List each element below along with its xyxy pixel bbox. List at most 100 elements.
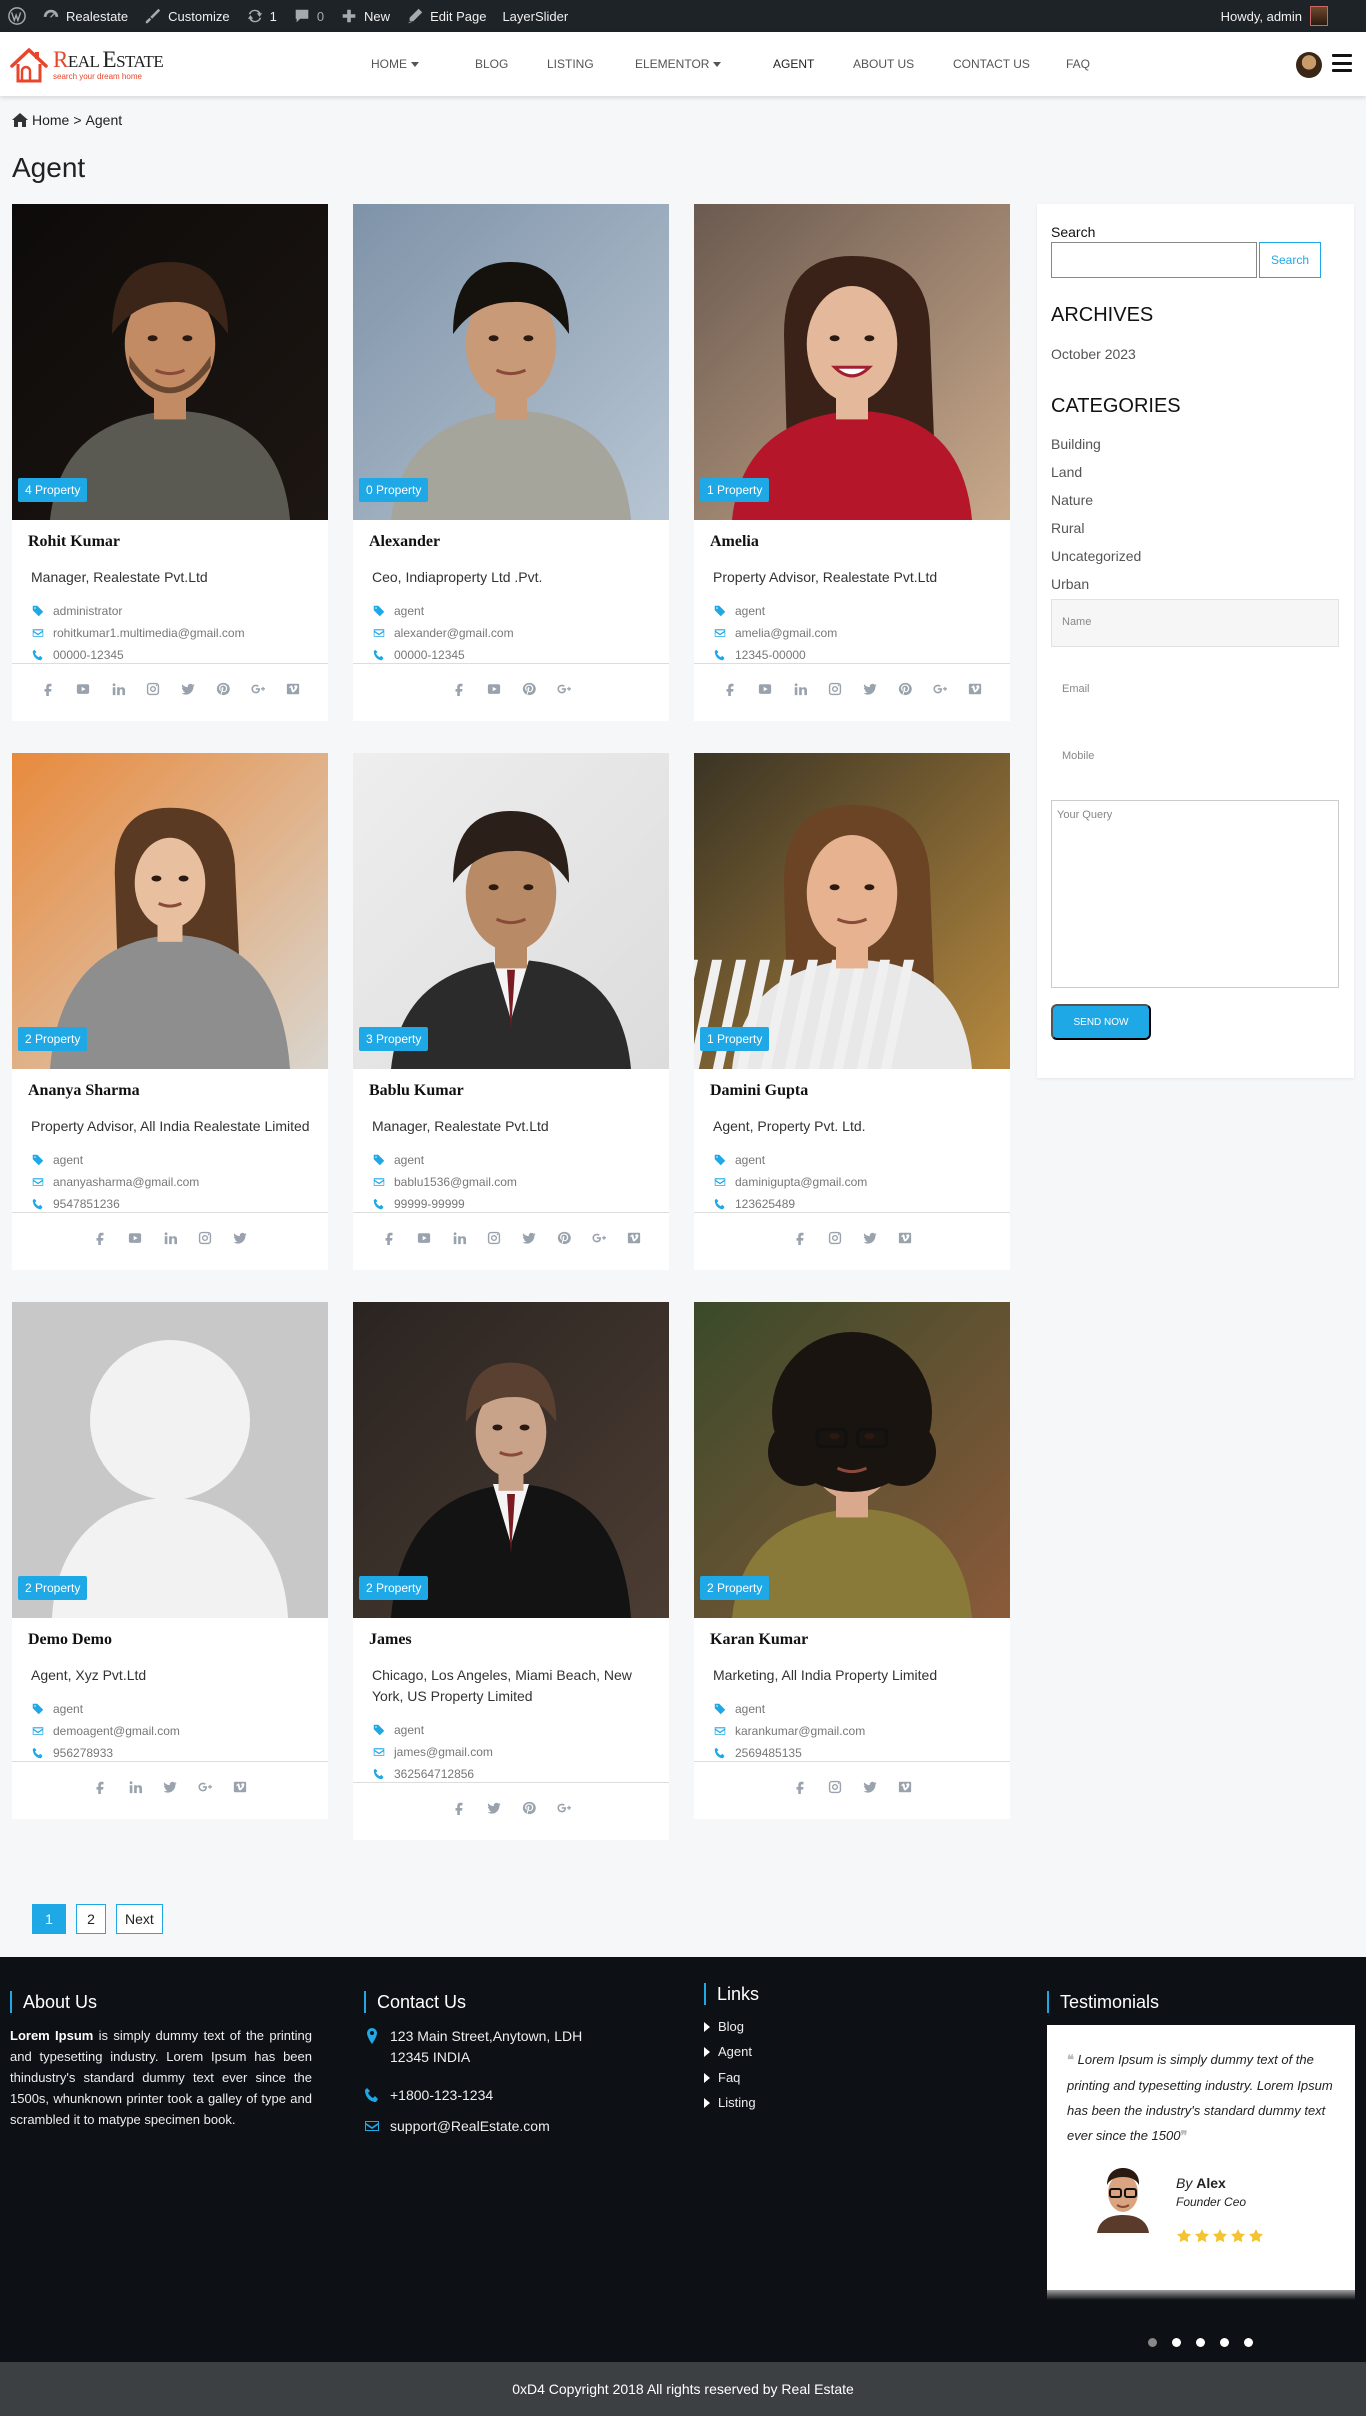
- breadcrumb-home-link[interactable]: Home: [32, 112, 69, 128]
- google-plus-icon[interactable]: [556, 681, 572, 697]
- user-avatar[interactable]: [1296, 52, 1322, 78]
- archive-link[interactable]: October 2023: [1051, 346, 1136, 362]
- agent-name[interactable]: Karan Kumar: [710, 1631, 808, 1649]
- agent-name[interactable]: Rohit Kumar: [28, 533, 120, 551]
- category-link-uncategorized[interactable]: Uncategorized: [1051, 548, 1141, 564]
- agent-card[interactable]: 4 Property Rohit Kumar Manager, Realesta…: [12, 204, 328, 721]
- slider-dot[interactable]: [1196, 2338, 1205, 2347]
- twitter-icon[interactable]: [521, 1230, 537, 1246]
- site-logo[interactable]: REAL ESTATE search your dream home: [8, 44, 164, 86]
- google-plus-icon[interactable]: [197, 1779, 213, 1795]
- youtube-icon[interactable]: [486, 681, 502, 697]
- agent-name[interactable]: Amelia: [710, 533, 759, 551]
- email-field[interactable]: Email: [1051, 666, 1339, 714]
- agent-email[interactable]: amelia@gmail.com: [714, 626, 837, 640]
- facebook-icon[interactable]: [381, 1230, 397, 1246]
- instagram-icon[interactable]: [827, 1779, 843, 1795]
- admin-customize-link[interactable]: Customize: [144, 0, 230, 32]
- agent-phone[interactable]: 00000-12345: [32, 648, 124, 662]
- agent-email[interactable]: karankumar@gmail.com: [714, 1724, 865, 1738]
- property-count-badge[interactable]: 2 Property: [18, 1576, 88, 1600]
- agent-photo-frame[interactable]: 1 Property: [694, 753, 1010, 1069]
- category-link-urban[interactable]: Urban: [1051, 576, 1089, 592]
- agent-card[interactable]: 0 Property Alexander Ceo, Indiaproperty …: [353, 204, 669, 721]
- google-plus-icon[interactable]: [932, 681, 948, 697]
- twitter-icon[interactable]: [862, 681, 878, 697]
- agent-name[interactable]: Damini Gupta: [710, 1082, 808, 1100]
- facebook-icon[interactable]: [792, 1230, 808, 1246]
- footer-email[interactable]: support@RealEstate.com: [364, 2116, 550, 2137]
- facebook-icon[interactable]: [451, 1800, 467, 1816]
- nav-item-listing[interactable]: LISTING: [547, 57, 594, 71]
- agent-photo-frame[interactable]: 2 Property: [12, 753, 328, 1069]
- agent-name[interactable]: Ananya Sharma: [28, 1082, 140, 1100]
- vimeo-icon[interactable]: [626, 1230, 642, 1246]
- agent-photo-frame[interactable]: 0 Property: [353, 204, 669, 520]
- admin-layerslider-link[interactable]: LayerSlider: [502, 0, 568, 32]
- search-button[interactable]: Search: [1259, 242, 1321, 278]
- hamburger-menu-icon[interactable]: [1332, 54, 1352, 72]
- pinterest-icon[interactable]: [556, 1230, 572, 1246]
- agent-phone[interactable]: 2569485135: [714, 1746, 802, 1760]
- property-count-badge[interactable]: 1 Property: [700, 1027, 770, 1051]
- nav-item-contact-us[interactable]: CONTACT US: [953, 57, 1030, 71]
- name-field[interactable]: Name: [1051, 599, 1339, 647]
- agent-email[interactable]: alexander@gmail.com: [373, 626, 514, 640]
- google-plus-icon[interactable]: [591, 1230, 607, 1246]
- footer-link-listing[interactable]: Listing: [704, 2095, 756, 2110]
- category-link-rural[interactable]: Rural: [1051, 520, 1084, 536]
- google-plus-icon[interactable]: [556, 1800, 572, 1816]
- agent-phone[interactable]: 362564712856: [373, 1767, 474, 1781]
- admin-comments-link[interactable]: 0: [293, 0, 324, 32]
- admin-updates-link[interactable]: 1: [246, 0, 277, 32]
- property-count-badge[interactable]: 1 Property: [700, 478, 770, 502]
- nav-item-agent[interactable]: AGENT: [773, 57, 814, 71]
- agent-phone[interactable]: 9547851236: [32, 1197, 120, 1211]
- slider-dot[interactable]: [1148, 2338, 1157, 2347]
- slider-dot[interactable]: [1172, 2338, 1181, 2347]
- property-count-badge[interactable]: 2 Property: [18, 1027, 88, 1051]
- pinterest-icon[interactable]: [521, 681, 537, 697]
- admin-site-link[interactable]: Realestate: [42, 0, 128, 32]
- wordpress-logo-icon[interactable]: [8, 0, 26, 32]
- agent-photo-frame[interactable]: 1 Property: [694, 204, 1010, 520]
- nav-item-faq[interactable]: FAQ: [1066, 57, 1090, 71]
- twitter-icon[interactable]: [862, 1230, 878, 1246]
- nav-item-elementor[interactable]: ELEMENTOR: [635, 57, 722, 71]
- pinterest-icon[interactable]: [521, 1800, 537, 1816]
- agent-card[interactable]: 2 Property Demo Demo Agent, Xyz Pvt.Ltd …: [12, 1302, 328, 1819]
- pinterest-icon[interactable]: [897, 681, 913, 697]
- agent-email[interactable]: ananyasharma@gmail.com: [32, 1175, 199, 1189]
- agent-phone[interactable]: 12345-00000: [714, 648, 806, 662]
- slider-dot[interactable]: [1220, 2338, 1229, 2347]
- google-plus-icon[interactable]: [250, 681, 266, 697]
- page-2-button[interactable]: 2: [76, 1904, 106, 1934]
- agent-card[interactable]: 3 Property Bablu Kumar Manager, Realesta…: [353, 753, 669, 1270]
- footer-phone[interactable]: +1800-123-1234: [364, 2085, 493, 2106]
- agent-email[interactable]: bablu1536@gmail.com: [373, 1175, 517, 1189]
- property-count-badge[interactable]: 2 Property: [700, 1576, 770, 1600]
- property-count-badge[interactable]: 2 Property: [359, 1576, 429, 1600]
- agent-photo-frame[interactable]: 4 Property: [12, 204, 328, 520]
- agent-name[interactable]: Alexander: [369, 533, 440, 551]
- twitter-icon[interactable]: [862, 1779, 878, 1795]
- agent-email[interactable]: daminigupta@gmail.com: [714, 1175, 867, 1189]
- page-1-button[interactable]: 1: [32, 1904, 66, 1934]
- agent-card[interactable]: 1 Property Damini Gupta Agent, Property …: [694, 753, 1010, 1270]
- agent-card[interactable]: 2 Property Ananya Sharma Property Adviso…: [12, 753, 328, 1270]
- next-page-button[interactable]: Next: [116, 1904, 163, 1934]
- linkedin-icon[interactable]: [162, 1230, 178, 1246]
- twitter-icon[interactable]: [180, 681, 196, 697]
- facebook-icon[interactable]: [92, 1230, 108, 1246]
- pinterest-icon[interactable]: [215, 681, 231, 697]
- vimeo-icon[interactable]: [897, 1230, 913, 1246]
- mobile-field[interactable]: Mobile: [1051, 733, 1339, 781]
- instagram-icon[interactable]: [827, 1230, 843, 1246]
- instagram-icon[interactable]: [197, 1230, 213, 1246]
- twitter-icon[interactable]: [486, 1800, 502, 1816]
- agent-card[interactable]: 2 Property Karan Kumar Marketing, All In…: [694, 1302, 1010, 1819]
- youtube-icon[interactable]: [127, 1230, 143, 1246]
- youtube-icon[interactable]: [757, 681, 773, 697]
- agent-phone[interactable]: 99999-99999: [373, 1197, 465, 1211]
- agent-card[interactable]: 1 Property Amelia Property Advisor, Real…: [694, 204, 1010, 721]
